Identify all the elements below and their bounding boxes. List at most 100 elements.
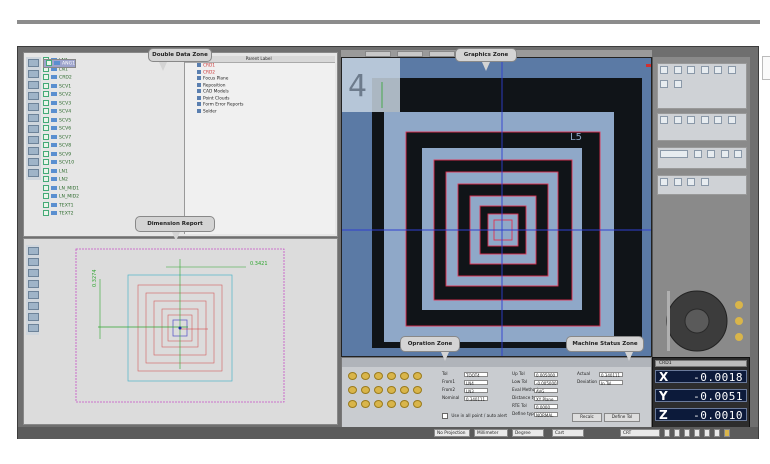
op-icon[interactable] xyxy=(413,372,422,380)
field-value[interactable]: TOOT4 xyxy=(464,371,488,378)
view-icon[interactable] xyxy=(734,150,743,158)
field-value[interactable]: 0.340111 xyxy=(599,371,623,378)
feature-list-item[interactable]: SCV8 xyxy=(43,142,178,151)
recalc-button[interactable]: Recalc xyxy=(572,413,602,422)
feature-list-item[interactable]: CRD2 xyxy=(43,74,178,83)
circle-tool-icon[interactable] xyxy=(687,66,696,74)
visibility-checkbox[interactable] xyxy=(43,125,49,131)
field-value[interactable]: In Tol xyxy=(599,379,623,386)
op-icon[interactable] xyxy=(387,386,396,394)
rect-tool-icon[interactable] xyxy=(727,66,736,74)
status-icon[interactable] xyxy=(674,429,680,437)
visibility-checkbox[interactable] xyxy=(43,133,49,140)
auto-alert-option[interactable]: Use in all point / auto alert xyxy=(442,413,507,419)
feature-list-item[interactable]: SCV1 xyxy=(43,82,178,92)
visibility-checkbox[interactable] xyxy=(43,193,49,199)
light-icon[interactable] xyxy=(700,178,709,186)
feature-list-item[interactable]: LN_MID1 xyxy=(43,184,178,194)
field-value[interactable]: -0.005000 xyxy=(534,379,558,386)
checkbox[interactable] xyxy=(442,413,448,419)
feature-list-item[interactable]: SCV5 xyxy=(43,116,178,126)
visibility-checkbox[interactable] xyxy=(43,150,49,157)
op-icon[interactable] xyxy=(387,400,396,408)
construct-icon[interactable] xyxy=(727,116,736,124)
visibility-checkbox[interactable] xyxy=(43,210,49,216)
crd-selector[interactable]: CRD1 xyxy=(655,360,747,367)
op-icon[interactable] xyxy=(374,400,383,408)
feature-list-item[interactable]: SCV3 xyxy=(43,99,178,109)
tool-icon[interactable] xyxy=(28,158,39,166)
field-value[interactable]: 0.0000 xyxy=(534,403,558,410)
op-icon[interactable] xyxy=(387,372,396,380)
status-icon[interactable] xyxy=(684,429,690,437)
op-icon[interactable] xyxy=(400,400,409,408)
tool-icon[interactable] xyxy=(28,169,39,177)
crd-field[interactable]: CRT xyxy=(620,429,660,437)
field-value[interactable]: LN4 xyxy=(464,379,488,386)
edge-tool-icon[interactable] xyxy=(673,80,682,88)
feature-list-item[interactable]: SCV10 xyxy=(43,159,178,168)
status-icon[interactable] xyxy=(724,429,730,437)
op-icon[interactable] xyxy=(348,372,357,380)
op-icon[interactable] xyxy=(348,400,357,408)
visibility-checkbox[interactable] xyxy=(43,184,49,191)
status-icon[interactable] xyxy=(704,429,710,437)
joystick-control[interactable] xyxy=(653,279,751,359)
field-value[interactable]: LN3 xyxy=(464,387,488,394)
field-value[interactable]: XY Plane xyxy=(534,395,558,402)
visibility-checkbox[interactable] xyxy=(43,82,49,89)
construct-icon[interactable] xyxy=(660,116,668,124)
feature-list-item[interactable]: SCV2 xyxy=(43,91,178,100)
field-value[interactable]: NORMAL xyxy=(534,411,558,418)
slot-tool-icon[interactable] xyxy=(714,66,723,74)
feature-list-item[interactable]: SCV6 xyxy=(43,125,178,134)
op-icon[interactable] xyxy=(400,386,409,394)
tool-icon[interactable] xyxy=(28,125,39,133)
op-icon[interactable] xyxy=(374,386,383,394)
construct-icon[interactable] xyxy=(714,116,723,124)
tool-icon[interactable] xyxy=(28,59,39,67)
construct-icon[interactable] xyxy=(687,116,696,124)
feature-list-item[interactable]: ANG1 xyxy=(43,59,77,68)
arc-tool-icon[interactable] xyxy=(700,66,709,74)
define-tol-button[interactable]: Define Tol xyxy=(604,413,640,422)
visibility-checkbox[interactable] xyxy=(43,116,49,123)
op-icon[interactable] xyxy=(361,386,370,394)
field-value[interactable]: AVG xyxy=(534,387,558,394)
feature-list-item[interactable]: LN2 xyxy=(43,176,178,185)
feature-list-item[interactable]: SCV7 xyxy=(43,133,178,143)
op-icon[interactable] xyxy=(413,400,422,408)
visibility-checkbox[interactable] xyxy=(46,60,52,66)
visibility-checkbox[interactable] xyxy=(43,176,49,182)
tree-node[interactable]: Solder xyxy=(185,108,335,116)
light-icon[interactable] xyxy=(673,178,682,186)
status-icon[interactable] xyxy=(714,429,720,437)
feature-list-item[interactable]: LN_MID2 xyxy=(43,193,178,202)
feature-list-item[interactable]: TEXT1 xyxy=(43,201,178,211)
op-icon[interactable] xyxy=(400,372,409,380)
visibility-checkbox[interactable] xyxy=(43,201,49,208)
light-icon[interactable] xyxy=(660,178,668,186)
visibility-checkbox[interactable] xyxy=(43,74,49,80)
tool-icon[interactable] xyxy=(28,92,39,100)
construct-icon[interactable] xyxy=(673,116,682,124)
tool-icon[interactable] xyxy=(28,136,39,144)
visibility-checkbox[interactable] xyxy=(43,167,49,174)
view-selector[interactable] xyxy=(660,150,688,158)
feature-list-item[interactable]: SCV9 xyxy=(43,150,178,160)
tool-icon[interactable] xyxy=(28,70,39,78)
light-icon[interactable] xyxy=(687,178,696,186)
tool-icon[interactable] xyxy=(28,114,39,122)
view-icon[interactable] xyxy=(693,150,702,158)
field-value[interactable]: 0.340111 xyxy=(464,395,488,402)
tool-icon[interactable] xyxy=(28,81,39,89)
tool-icon[interactable] xyxy=(28,103,39,111)
op-icon[interactable] xyxy=(361,372,370,380)
feature-list-item[interactable]: LN1 xyxy=(43,167,178,177)
point-tool-icon[interactable] xyxy=(660,66,668,74)
visibility-checkbox[interactable] xyxy=(43,91,49,97)
projection-select[interactable]: No Projection xyxy=(434,429,470,437)
visibility-checkbox[interactable] xyxy=(43,99,49,106)
op-icon[interactable] xyxy=(413,386,422,394)
line-tool-icon[interactable] xyxy=(673,66,682,74)
